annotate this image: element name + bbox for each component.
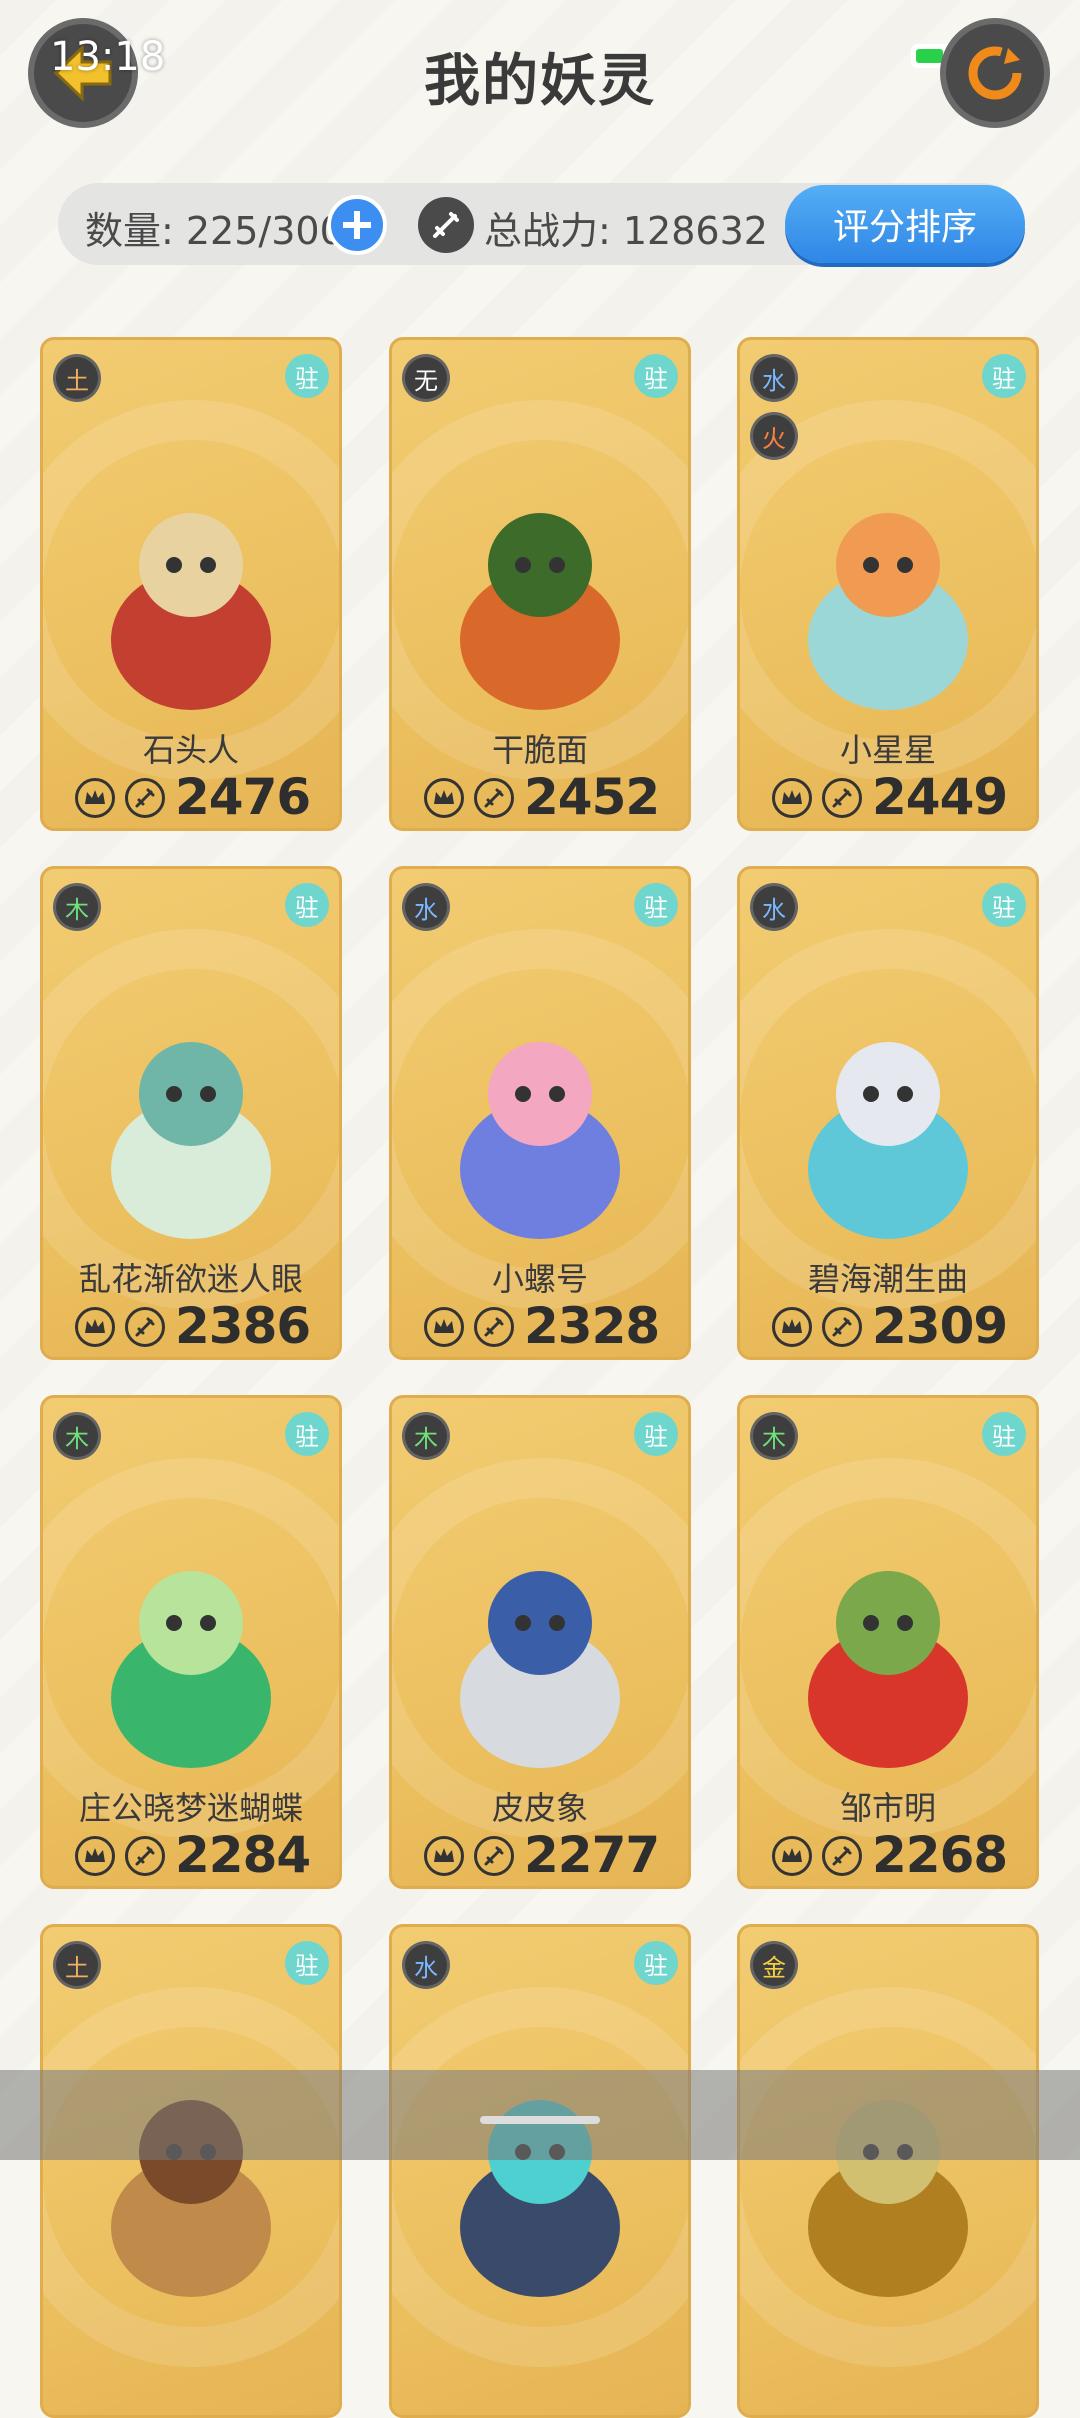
monster-name: 皮皮象	[491, 1789, 588, 1827]
element-badge: 土	[53, 1941, 101, 1989]
monster-name: 碧海潮生曲	[807, 1260, 968, 1298]
monster-score: 2277	[524, 1826, 660, 1884]
element-badge: 无	[402, 354, 450, 402]
total-power: 总战力: 128632	[484, 209, 768, 253]
monster-card[interactable]: 水驻	[389, 1924, 691, 2418]
element-badge: 木	[402, 1412, 450, 1460]
element-badge: 木	[53, 1412, 101, 1460]
monster-card[interactable]: 水 驻小螺号 2328	[389, 866, 691, 1360]
plus-icon	[343, 211, 371, 239]
home-indicator[interactable]	[480, 2116, 600, 2124]
crown-icon	[772, 1836, 812, 1876]
station-badge: 驻	[982, 1412, 1026, 1456]
monster-name: 干脆面	[491, 731, 588, 769]
monster-score: 2452	[524, 768, 660, 826]
monster-card[interactable]: 水 驻碧海潮生曲 2309	[737, 866, 1039, 1360]
sword-icon	[418, 197, 474, 253]
monster-score: 2328	[524, 1297, 660, 1355]
station-badge: 驻	[634, 883, 678, 927]
monster-score: 2386	[175, 1297, 311, 1355]
monster-name: 小螺号	[491, 1260, 588, 1298]
monster-portrait	[808, 513, 968, 710]
sword-icon	[125, 1307, 165, 1347]
station-badge: 驻	[982, 354, 1026, 398]
sword-icon	[474, 1307, 514, 1347]
monster-card[interactable]: 金	[737, 1924, 1039, 2418]
add-capacity-button[interactable]	[327, 195, 387, 255]
bottom-overlay	[0, 2070, 1080, 2160]
monster-name: 乱花渐欲迷人眼	[78, 1260, 303, 1298]
crown-icon	[75, 778, 115, 818]
element-badge: 水	[750, 354, 798, 402]
station-badge: 驻	[634, 1412, 678, 1456]
element-badge: 金	[750, 1941, 798, 1989]
refresh-icon	[968, 46, 1022, 100]
sword-icon	[822, 1307, 862, 1347]
monster-portrait	[460, 1571, 620, 1768]
monster-portrait	[460, 513, 620, 710]
monster-portrait	[460, 1042, 620, 1239]
station-badge: 驻	[285, 1412, 329, 1456]
station-badge: 驻	[285, 354, 329, 398]
sort-by-score-button[interactable]: 评分排序	[785, 185, 1025, 263]
element-badge: 木	[53, 883, 101, 931]
monster-portrait	[111, 513, 271, 710]
monster-score: 2284	[175, 1826, 311, 1884]
monster-card[interactable]: 木 驻乱花渐欲迷人眼 2386	[40, 866, 342, 1360]
sword-icon	[474, 1836, 514, 1876]
element-badge: 土	[53, 354, 101, 402]
monster-card[interactable]: 土驻	[40, 1924, 342, 2418]
crown-icon	[772, 1307, 812, 1347]
monster-card[interactable]: 土 驻石头人 2476	[40, 337, 342, 831]
sword-icon	[474, 778, 514, 818]
station-badge: 驻	[634, 354, 678, 398]
crown-icon	[424, 778, 464, 818]
crown-icon	[424, 1836, 464, 1876]
monster-card[interactable]: 木 驻皮皮象 2277	[389, 1395, 691, 1889]
monster-score: 2449	[872, 768, 1008, 826]
sword-icon	[822, 778, 862, 818]
monster-portrait	[111, 1042, 271, 1239]
monster-name: 小星星	[839, 731, 936, 769]
crown-icon	[75, 1836, 115, 1876]
monster-card[interactable]: 木 驻庄公晓梦迷蝴蝶 2284	[40, 1395, 342, 1889]
monster-card[interactable]: 木 驻邹市明 2268	[737, 1395, 1039, 1889]
monster-score: 2309	[872, 1297, 1008, 1355]
element-badge: 水	[402, 883, 450, 931]
monster-name: 石头人	[142, 731, 239, 769]
monster-portrait	[808, 1042, 968, 1239]
monster-score: 2268	[872, 1826, 1008, 1884]
station-badge: 驻	[285, 883, 329, 927]
element-badge: 水	[402, 1941, 450, 1989]
sword-icon	[822, 1836, 862, 1876]
element-badge: 水	[750, 883, 798, 931]
monster-name: 庄公晓梦迷蝴蝶	[78, 1789, 303, 1827]
crown-icon	[772, 778, 812, 818]
crown-icon	[75, 1307, 115, 1347]
element-badge: 木	[750, 1412, 798, 1460]
sword-icon	[125, 1836, 165, 1876]
crown-icon	[424, 1307, 464, 1347]
monster-card[interactable]: 无 驻干脆面 2452	[389, 337, 691, 831]
element-badge: 火	[750, 412, 798, 460]
station-badge: 驻	[285, 1941, 329, 1985]
refresh-button[interactable]	[940, 18, 1050, 128]
monster-card[interactable]: 水火 驻小星星 2449	[737, 337, 1039, 831]
sword-icon	[125, 778, 165, 818]
monster-name: 邹市明	[839, 1789, 936, 1827]
monster-portrait	[808, 1571, 968, 1768]
station-badge: 驻	[982, 883, 1026, 927]
monster-count: 数量: 225/300	[85, 209, 344, 253]
station-badge: 驻	[634, 1941, 678, 1985]
monster-score: 2476	[175, 768, 311, 826]
monster-portrait	[111, 1571, 271, 1768]
